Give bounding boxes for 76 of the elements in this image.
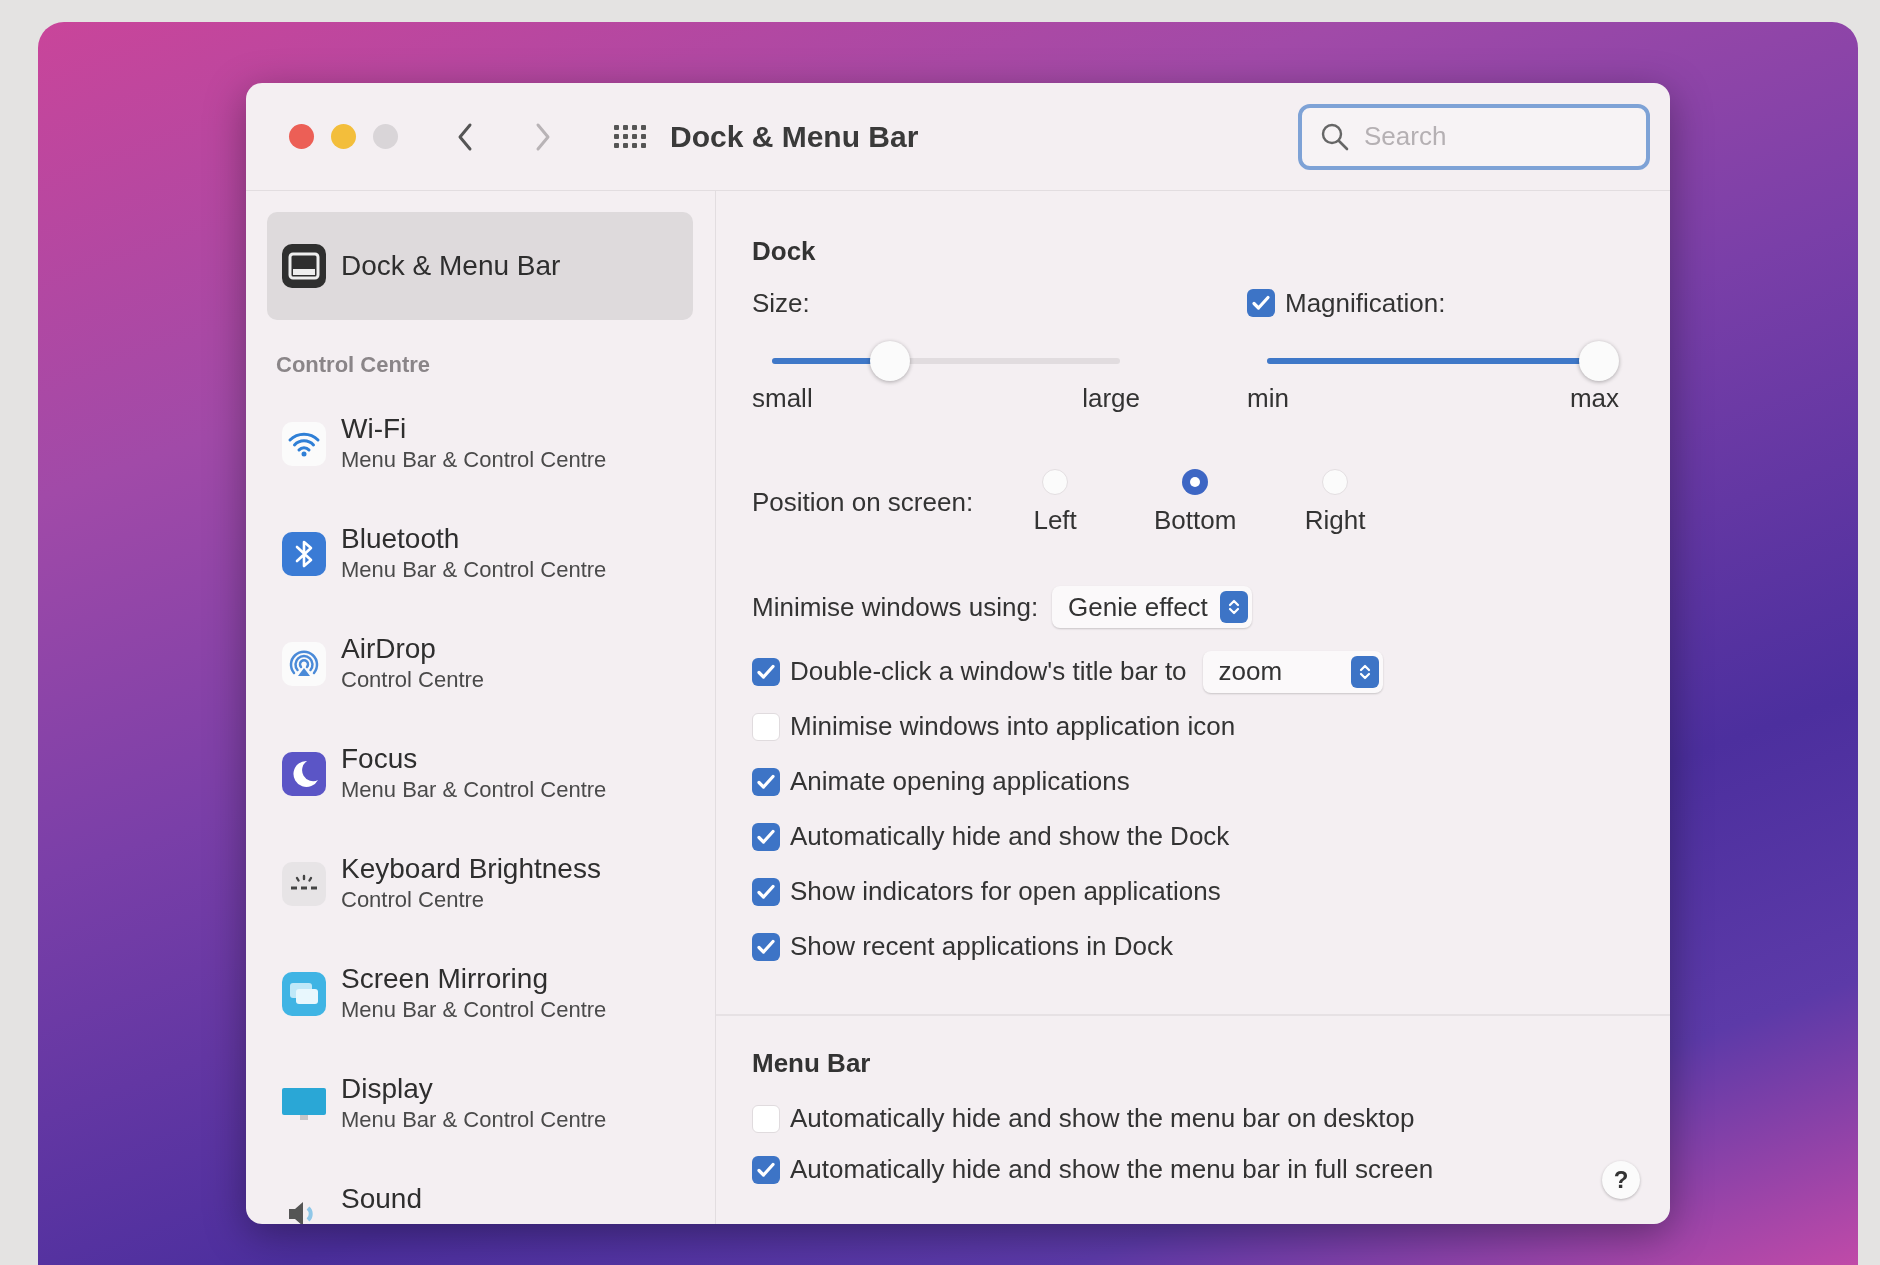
option-label: Left <box>1033 505 1077 536</box>
sidebar-item[interactable]: Bluetooth Menu Bar & Control Centre <box>267 505 693 615</box>
option-label: Right <box>1304 505 1366 536</box>
section-heading: Menu Bar <box>752 1048 872 1079</box>
section-heading: Dock <box>752 236 817 267</box>
grid-icon[interactable] <box>614 125 646 148</box>
popup-button[interactable]: zoom <box>1202 650 1383 693</box>
radio-button[interactable] <box>1042 469 1069 495</box>
sidebar-item[interactable]: Screen Mirroring Menu Bar & Control Centre <box>267 945 693 1055</box>
item-label: Dock & Menu Bar <box>341 250 561 282</box>
item-subtitle: Control Centre <box>341 887 486 913</box>
setting-label: Position on screen: <box>752 487 974 518</box>
setting-label: Minimise windows using: <box>752 591 1039 623</box>
checkbox-label: Automatically hide and show the Dock <box>790 821 1230 852</box>
item-subtitle: Menu Bar & Control Centre <box>341 557 607 583</box>
checkbox-label: Double-click a window's title bar to <box>790 656 1187 687</box>
item-subtitle: Menu Bar & Control Centre <box>341 1107 607 1133</box>
item-subtitle: Control Centre <box>341 667 485 693</box>
item-label: Display <box>341 1073 434 1105</box>
checkbox[interactable] <box>1247 289 1275 317</box>
slider-thumb[interactable] <box>870 341 911 381</box>
checkbox-label: Automatically hide and show the menu bar in full screen <box>790 1154 1434 1185</box>
radio-button[interactable] <box>1182 469 1209 495</box>
moon-icon <box>281 751 327 797</box>
sidebar-item[interactable]: Keyboard Brightness Control Centre <box>267 835 693 945</box>
wifi-icon <box>281 421 327 467</box>
item-subtitle: Menu Bar & Control Centre <box>341 997 607 1023</box>
close-button[interactable] <box>289 124 314 149</box>
section-heading: Control Centre <box>275 351 431 379</box>
window-title: Dock & Menu Bar <box>670 119 919 154</box>
checkbox[interactable] <box>752 932 780 961</box>
sidebar-item[interactable]: Focus Menu Bar & Control Centre <box>267 725 693 835</box>
checkbox-label: Animate opening applications <box>790 766 1130 797</box>
item-label: Wi-Fi <box>341 413 408 445</box>
popup-button[interactable]: Genie effect <box>1052 586 1252 628</box>
item-subtitle: Menu Bar & Control Centre <box>341 777 607 803</box>
checkbox-label: Minimise windows into application icon <box>790 711 1236 742</box>
item-label: AirDrop <box>341 633 437 665</box>
checkbox[interactable] <box>752 712 780 741</box>
sidebar-item[interactable]: Wi-Fi Menu Bar & Control Centre <box>267 395 693 505</box>
help-button[interactable]: ? <box>1602 1161 1640 1199</box>
sidebar-item[interactable]: Dock & Menu Bar <box>267 212 693 320</box>
scale-label: min <box>1247 383 1289 414</box>
search-field[interactable]: Search <box>1298 103 1650 170</box>
setting-label: Size: <box>752 287 810 319</box>
radio-button[interactable] <box>1322 469 1349 495</box>
checkbox-label: Show indicators for open applications <box>790 876 1221 907</box>
scale-label: small <box>752 383 813 414</box>
scale-label: max <box>1569 383 1619 414</box>
checkbox-label: Show recent applications in Dock <box>790 931 1173 962</box>
checkbox[interactable] <box>752 767 780 796</box>
item-label: Bluetooth <box>341 523 461 555</box>
search-icon <box>1320 121 1350 152</box>
sidebar-item[interactable]: Sound <box>267 1165 693 1224</box>
scale-label: large <box>1082 383 1140 414</box>
sidebar-item[interactable]: Display Menu Bar & Control Centre <box>267 1055 693 1165</box>
item-subtitle: Menu Bar & Control Centre <box>341 447 607 473</box>
item-label: Sound <box>341 1183 422 1215</box>
concentric-arcs-icon <box>281 641 327 687</box>
checkbox[interactable] <box>752 1104 780 1133</box>
option-label: Bottom <box>1153 505 1237 536</box>
setting-label: Magnification: <box>1285 287 1446 319</box>
bluetooth-icon <box>281 531 327 577</box>
item-label: Screen Mirroring <box>341 963 549 995</box>
sidebar-item[interactable]: AirDrop Control Centre <box>267 615 693 725</box>
item-label: Focus <box>341 743 419 775</box>
dock-icon <box>281 243 327 289</box>
slider-thumb[interactable] <box>1579 341 1619 381</box>
checkbox[interactable] <box>752 1155 780 1184</box>
item-label: Keyboard Brightness <box>341 853 601 885</box>
brightness-icon <box>281 861 327 907</box>
checkbox[interactable] <box>752 822 780 851</box>
checkbox-label: Automatically hide and show the menu bar on desktop <box>790 1103 1415 1134</box>
overlapping-screens-icon <box>281 971 327 1017</box>
checkbox[interactable] <box>752 657 780 686</box>
checkbox[interactable] <box>752 877 780 906</box>
